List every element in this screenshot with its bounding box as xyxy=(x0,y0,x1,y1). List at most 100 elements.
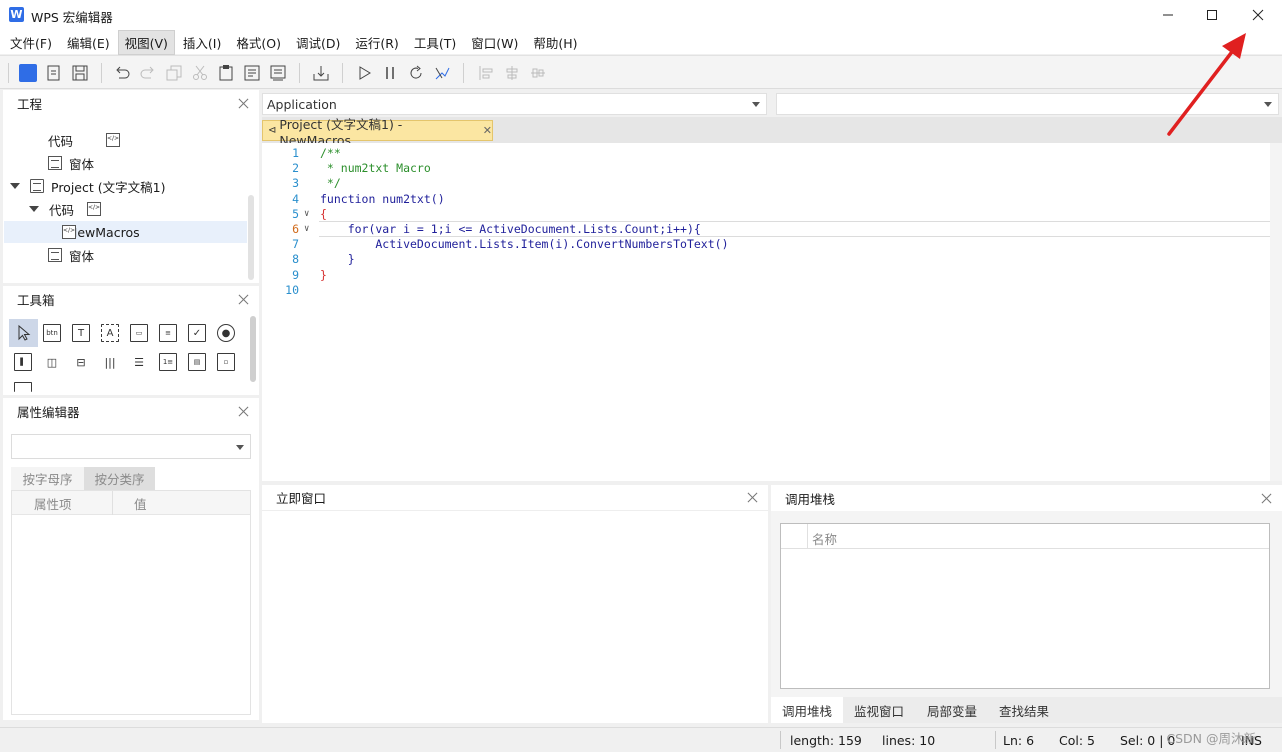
properties-panel-title: 属性编辑器 xyxy=(17,404,80,420)
status-column: Col: 5 xyxy=(1059,733,1095,748)
outdent-icon[interactable] xyxy=(269,64,287,82)
copy-icon[interactable] xyxy=(165,64,183,82)
slider-tool-icon[interactable]: ⊟ xyxy=(72,353,90,371)
hscroll-tool-icon[interactable]: ||| xyxy=(101,353,119,371)
line-number: 4 xyxy=(292,191,299,206)
pause-icon[interactable] xyxy=(381,64,399,82)
image-tool-icon[interactable]: ▫ xyxy=(217,353,235,371)
minimize-button[interactable] xyxy=(1145,0,1191,30)
vscroll-tool-icon[interactable]: ☰ xyxy=(130,353,148,371)
paste-icon[interactable] xyxy=(217,64,235,82)
object-combo[interactable]: Application xyxy=(262,93,767,115)
pin-icon[interactable]: ⊲ xyxy=(268,125,276,136)
menu-item[interactable]: 视图(V) xyxy=(117,29,175,55)
reset-icon[interactable] xyxy=(407,64,425,82)
menu-item[interactable]: 插入(I) xyxy=(176,30,228,55)
tree-item-project[interactable]: Project (文字文稿1) xyxy=(10,175,165,197)
menu-item[interactable]: 工具(T) xyxy=(407,30,463,55)
tab-watch[interactable]: 监视窗口 xyxy=(854,697,904,723)
tab-locals[interactable]: 局部变量 xyxy=(927,697,977,723)
close-icon[interactable] xyxy=(238,294,249,305)
code-line: 8 } xyxy=(262,252,1270,267)
multipage-tool-icon[interactable]: ▤ xyxy=(188,353,206,371)
chevron-down-icon xyxy=(1264,102,1272,107)
tree-item-newmacros[interactable]: NewMacros xyxy=(4,221,247,243)
import-icon[interactable] xyxy=(312,64,330,82)
menu-item[interactable]: 文件(F) xyxy=(3,30,59,55)
menu-item[interactable]: 调试(D) xyxy=(289,30,347,55)
align-center-icon[interactable] xyxy=(503,64,521,82)
fold-toggle-icon[interactable]: ∨ xyxy=(304,222,309,237)
toolbar-separator xyxy=(342,63,343,83)
new-module-icon[interactable] xyxy=(45,64,63,82)
tree-item-code-top[interactable]: 代码 xyxy=(48,129,120,151)
cut-icon[interactable] xyxy=(191,64,209,82)
save-icon[interactable] xyxy=(71,64,89,82)
close-icon[interactable] xyxy=(238,406,249,417)
menu-item[interactable]: 运行(R) xyxy=(348,30,405,55)
spin-tool-icon[interactable]: ◫ xyxy=(43,353,61,371)
minimize-icon xyxy=(1163,14,1173,16)
close-tab-icon[interactable]: ✕ xyxy=(483,124,492,137)
form-icon xyxy=(48,156,62,170)
immediate-panel-title: 立即窗口 xyxy=(276,491,327,506)
editor-scrollbar[interactable] xyxy=(1270,143,1282,481)
tree-item-form-top[interactable]: 窗体 xyxy=(48,152,94,174)
indent-icon[interactable] xyxy=(243,64,261,82)
project-panel-title: 工程 xyxy=(17,96,43,112)
align-middle-icon[interactable] xyxy=(529,64,547,82)
label-tool-icon[interactable]: T xyxy=(72,324,90,342)
code-line: 9} xyxy=(262,268,1270,283)
code-text: */ xyxy=(320,176,341,191)
menu-item[interactable]: 窗口(W) xyxy=(464,30,525,55)
column-divider xyxy=(807,524,808,549)
design-mode-icon[interactable] xyxy=(433,64,451,82)
callstack-list[interactable]: 名称 xyxy=(780,523,1270,689)
wps-document-button[interactable] xyxy=(19,64,37,82)
align-left-icon[interactable] xyxy=(477,64,495,82)
toolbox-scrollbar[interactable] xyxy=(250,316,256,382)
tab-categorized[interactable]: 按分类序 xyxy=(84,467,155,490)
undo-icon[interactable] xyxy=(113,64,131,82)
project-scrollbar[interactable] xyxy=(248,195,254,280)
textbox-tool-icon[interactable]: A xyxy=(101,324,119,342)
form-icon xyxy=(48,248,62,262)
listbox-tool-icon[interactable]: ≡ xyxy=(159,324,177,342)
line-number: 1 xyxy=(292,146,299,160)
chevron-down-icon xyxy=(752,102,760,107)
folder-tool-icon[interactable] xyxy=(14,382,32,392)
close-icon[interactable] xyxy=(238,98,249,109)
object-select[interactable] xyxy=(11,434,251,459)
pointer-tool-icon[interactable] xyxy=(15,324,33,342)
menu-item[interactable]: 帮助(H) xyxy=(526,30,584,55)
code-editor[interactable]: 1/** 2 * num2txt Macro 3 */4 function num2t… xyxy=(262,143,1270,481)
tab-alphabetical[interactable]: 按字母序 xyxy=(11,467,84,490)
toggle-tool-icon[interactable]: ▌ xyxy=(14,353,32,371)
close-icon[interactable] xyxy=(747,492,758,503)
fold-toggle-icon[interactable]: ∨ xyxy=(304,207,309,222)
frame-tool-icon[interactable]: ▭ xyxy=(130,324,148,342)
tab-callstack[interactable]: 调用堆栈 xyxy=(771,697,843,723)
checkbox-tool-icon[interactable]: ✓ xyxy=(188,324,206,342)
close-icon[interactable] xyxy=(1261,493,1272,504)
line-number: 7 xyxy=(292,237,299,252)
tree-item-code-folder[interactable]: 代码 xyxy=(29,198,101,220)
close-window-button[interactable] xyxy=(1235,0,1281,30)
immediate-input-area[interactable] xyxy=(262,512,768,723)
project-panel: 工程 代码 窗体 Project (文字文稿1) 代码 NewMacros 窗体 xyxy=(3,90,259,283)
menu-item[interactable]: 编辑(E) xyxy=(60,30,117,55)
tree-item-form-bottom[interactable]: 窗体 xyxy=(48,244,94,266)
code-text: ActiveDocument.Lists.Item(i).ConvertNumb… xyxy=(320,237,729,252)
redo-icon[interactable] xyxy=(139,64,157,82)
button-tool-icon[interactable]: btn xyxy=(43,324,61,342)
maximize-button[interactable] xyxy=(1189,0,1235,30)
expand-caret-icon[interactable] xyxy=(29,206,39,212)
close-icon xyxy=(1252,9,1264,21)
menu-item[interactable]: 格式(O) xyxy=(229,30,288,55)
expand-caret-icon[interactable] xyxy=(10,183,20,189)
tabstrip-tool-icon[interactable]: 1≡ xyxy=(159,353,177,371)
document-tab[interactable]: ⊲ Project (文字文稿1) - NewMacros ✕ xyxy=(262,117,493,148)
tab-find-results[interactable]: 查找结果 xyxy=(999,697,1049,723)
radio-tool-icon[interactable]: ● xyxy=(217,324,235,342)
run-icon[interactable] xyxy=(355,64,373,82)
